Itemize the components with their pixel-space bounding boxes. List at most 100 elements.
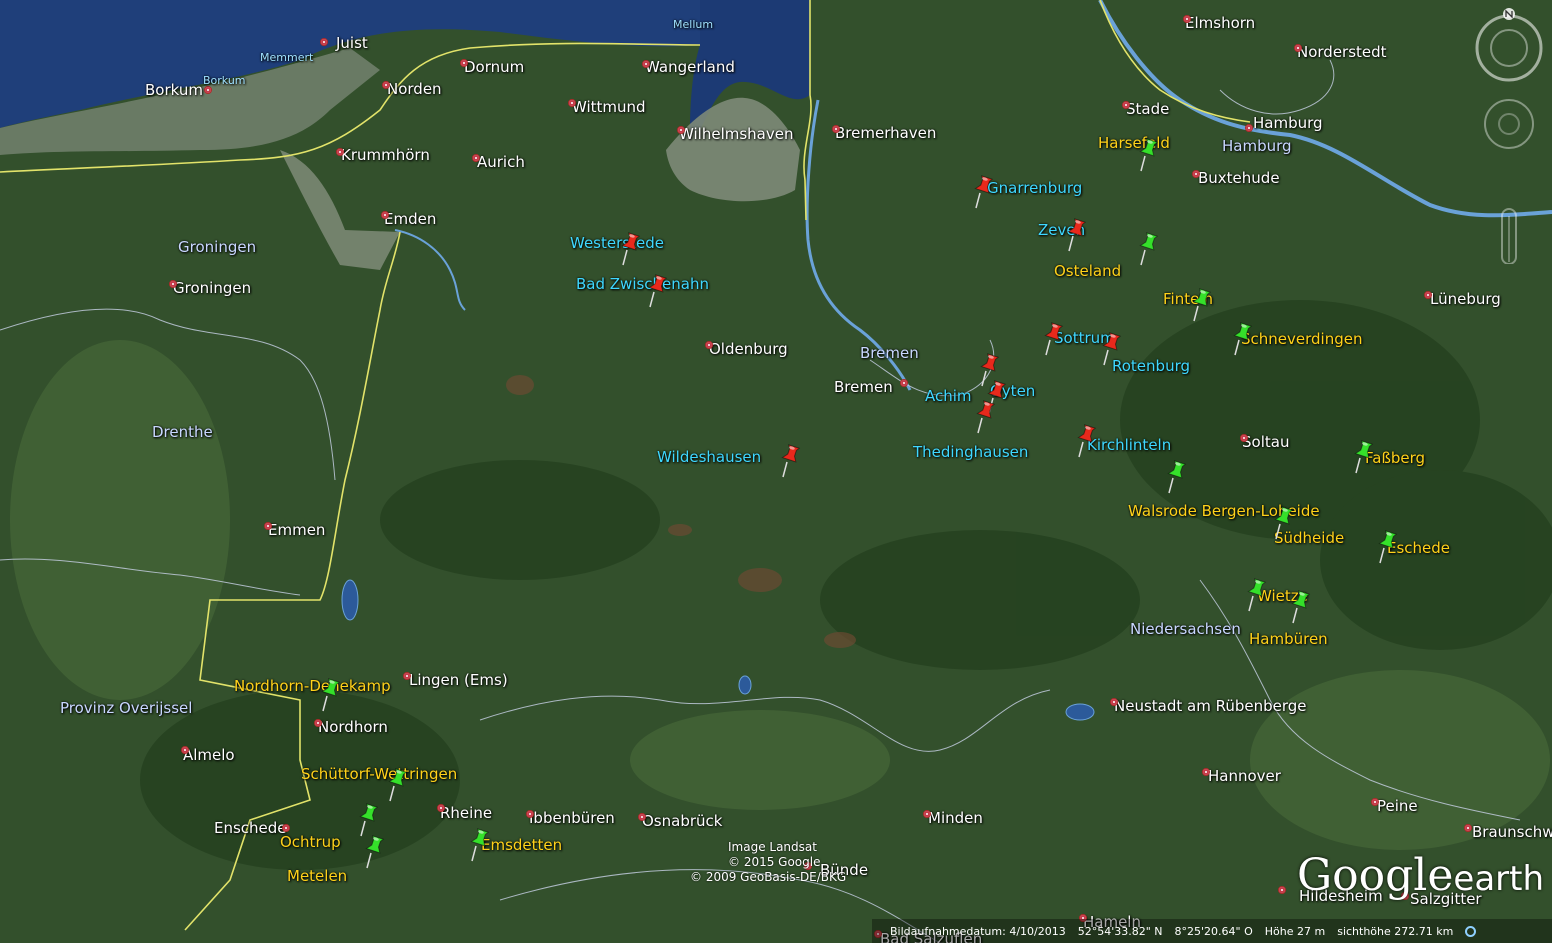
green-pushpin-icon[interactable] [1271,506,1297,540]
city-label: Krummhörn [341,146,430,164]
city-label: Elmshorn [1185,14,1256,32]
city-dot-icon [1122,101,1130,109]
city-label: Nordhorn [318,718,388,736]
city-label: Wangerland [645,58,735,76]
green-pushpin-icon[interactable] [1351,440,1377,474]
city-dot-icon [1278,886,1286,894]
green-pushpin-icon[interactable] [385,768,411,802]
green-placemark-label: Osteland [1054,262,1122,280]
red-pushpin-icon[interactable] [973,400,999,434]
city-dot-icon [336,148,344,156]
city-dot-icon [832,125,840,133]
red-placemark-label: Achim [925,387,972,405]
city-dot-icon [320,38,328,46]
red-pushpin-icon[interactable] [1064,218,1090,252]
city-dot-icon [314,719,322,727]
city-label: Rheine [440,804,493,822]
green-pushpin-icon[interactable] [1244,578,1270,612]
city-dot-icon [282,824,290,832]
city-dot-icon [169,280,177,288]
city-dot-icon [1110,698,1118,706]
green-pushpin-icon[interactable] [467,828,493,862]
city-label: Dornum [464,58,525,76]
city-label: Peine [1377,797,1418,815]
credit-line-2: © 2015 Google [728,855,821,869]
city-label: Buxtehude [1198,169,1280,187]
green-pushpin-icon[interactable] [1136,232,1162,266]
green-pushpin-icon[interactable] [356,803,382,837]
city-dot-icon [437,804,445,812]
red-placemark-label: Thedinghausen [913,443,1029,461]
navigation-controls[interactable] [1474,4,1544,264]
city-dot-icon [460,59,468,67]
logo-earth: earth [1453,859,1545,899]
city-label: Almelo [183,746,235,764]
city-label: Enschede [214,819,287,837]
city-label: Borkum [145,81,203,99]
city-dot-icon [1245,124,1253,132]
green-pushpin-icon[interactable] [1230,322,1256,356]
eye-altitude-readout: sichthöhe 272.71 km [1337,924,1454,938]
city-label: Norderstedt [1297,43,1387,61]
island-label: Memmert [260,51,314,64]
red-pushpin-icon[interactable] [1041,322,1067,356]
city-label: Minden [928,809,983,827]
north-indicator-icon[interactable] [1503,8,1515,20]
city-label: Hannover [1208,767,1281,785]
city-label: Bremerhaven [835,124,937,142]
region-label: Niedersachsen [1130,620,1241,638]
green-pushpin-icon[interactable] [1189,288,1215,322]
green-placemark-label: Metelen [287,867,348,885]
city-dot-icon [638,813,646,821]
city-label: Groningen [173,279,252,297]
green-placemark-label: Ochtrup [280,833,341,851]
green-pushpin-icon[interactable] [1164,460,1190,494]
city-dot-icon [181,746,189,754]
red-pushpin-icon[interactable] [618,232,644,266]
city-dot-icon [1202,768,1210,776]
latitude-readout: 52°54'33.82" N [1077,924,1163,938]
green-pushpin-icon[interactable] [362,835,388,869]
city-label: Norden [387,80,442,98]
green-placemark-label: Emsdetten [481,836,563,854]
red-pushpin-icon[interactable] [1074,424,1100,458]
region-label: Hamburg [1222,137,1292,155]
city-label: Lingen (Ems) [409,671,508,689]
logo-google: Google [1297,850,1454,901]
imagery-date: Bildaufnahmedatum: 4/10/2013 [890,924,1066,938]
green-pushpin-icon[interactable] [1288,590,1314,624]
city-dot-icon [526,810,534,818]
red-pushpin-icon[interactable] [645,274,671,308]
city-label: Osnabrück [642,812,723,830]
red-pushpin-icon[interactable] [1099,332,1125,366]
compass-ring[interactable] [1475,14,1543,82]
red-placemark-label: Westerstede [570,234,664,252]
region-label: Groningen [178,238,257,256]
red-pushpin-icon[interactable] [971,175,997,209]
city-dot-icon [1192,170,1200,178]
city-label: Wittmund [572,98,646,116]
zoom-slider[interactable] [1501,208,1517,264]
city-dot-icon [677,126,685,134]
look-joystick-icon[interactable] [1484,99,1534,149]
city-label: Emmen [268,521,326,539]
green-pushpin-icon[interactable] [318,678,344,712]
city-label: Wilhelmshaven [679,125,794,143]
city-dot-icon [472,154,480,162]
city-dot-icon [403,672,411,680]
city-dot-icon [1424,291,1432,299]
status-bar: Bildaufnahmedatum: 4/10/2013 52°54'33.82… [872,919,1552,943]
city-dot-icon [642,60,650,68]
google-earth-logo: Googleearth [1297,850,1544,901]
green-pushpin-icon[interactable] [1375,530,1401,564]
city-label: Juist [336,34,368,52]
red-pushpin-icon[interactable] [778,444,804,478]
city-dot-icon [381,211,389,219]
city-dot-icon [1294,44,1302,52]
city-label: Stade [1126,100,1170,118]
map-view[interactable]: Juist Borkum Norden Dornum Wangerland Wittmun… [0,0,1552,943]
red-placemark-label: Bad Zwischenahn [576,275,709,293]
city-dot-icon [1464,824,1472,832]
green-pushpin-icon[interactable] [1136,138,1162,172]
green-placemark-label: Nordhorn-Denekamp [234,677,391,695]
